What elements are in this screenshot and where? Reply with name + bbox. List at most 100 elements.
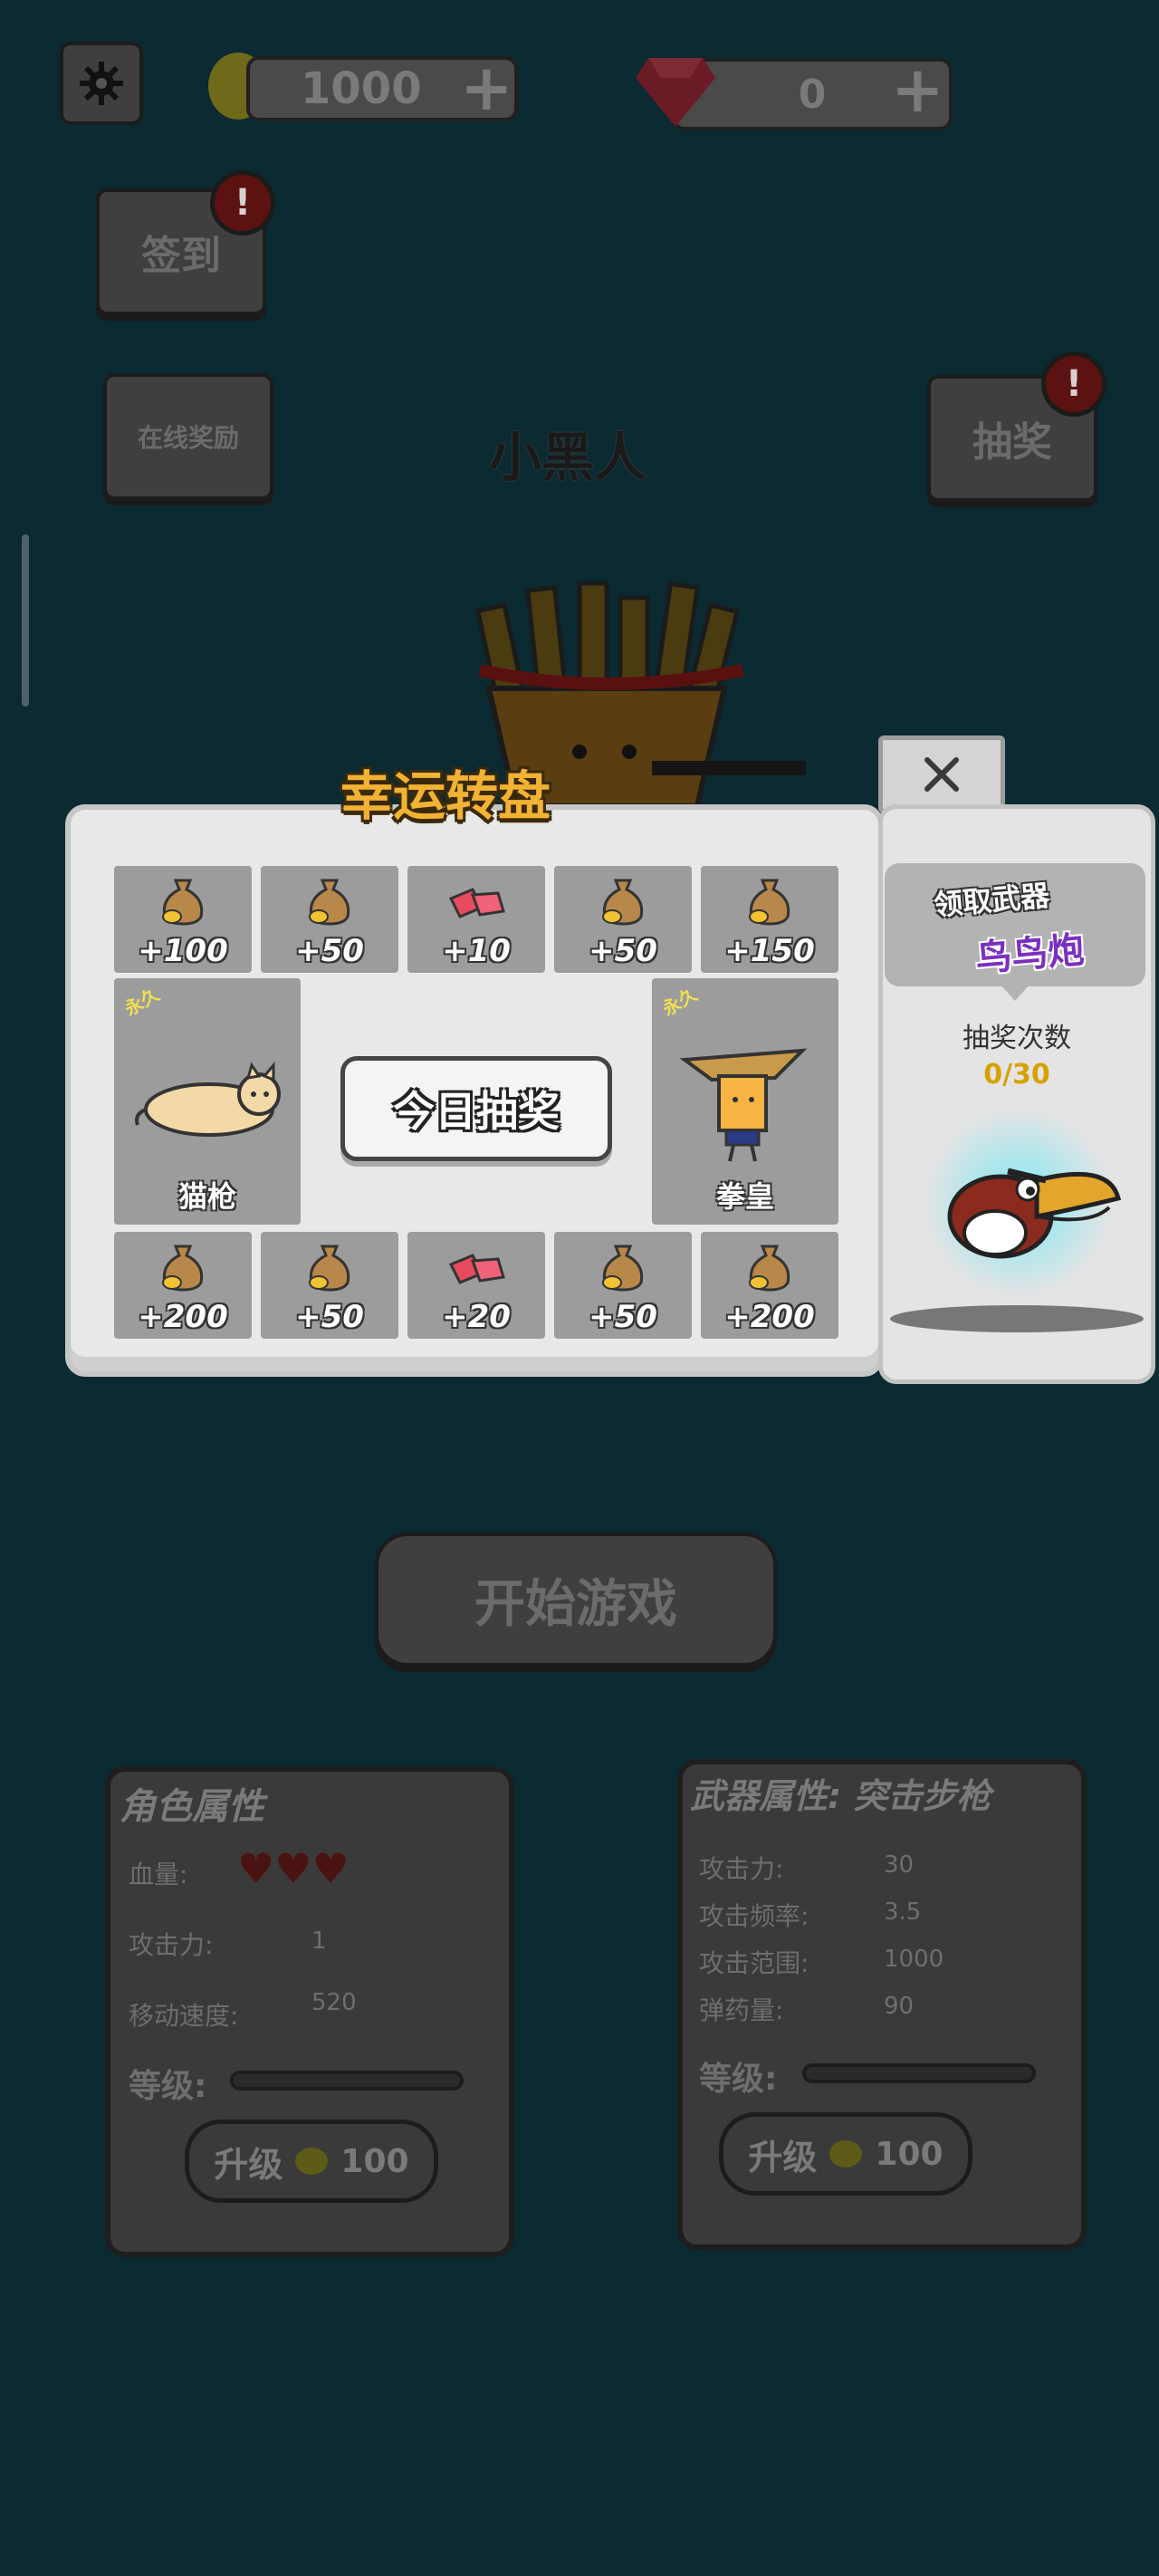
upgrade-cost: 100 [340,2142,409,2180]
permanent-tag: 永久 [658,983,702,1021]
level-bar [230,2071,464,2091]
weapon-level-label: 等级: [699,2061,778,2098]
prize-amount: +150 [724,933,815,969]
weapon-attack-label: 攻击力: [699,1854,784,1884]
claim-label: 领取武器 [932,878,1051,923]
coin-icon [295,2148,329,2175]
heart-icon: ♥ [311,1844,350,1893]
scrollbar[interactable] [22,534,29,706]
weapon-level-bar [802,2063,1036,2083]
upgrade-cost: 100 [875,2135,943,2173]
pedestal [890,1305,1144,1332]
weapon-ammo-label: 弹药量: [699,1995,784,2025]
lottery-count-value: 0/30 [983,1059,1050,1091]
prize-cell: +50 [261,866,398,973]
spin-today-label: 今日抽奖 [393,1087,560,1136]
prize-amount: +50 [295,1299,364,1335]
add-coins-button[interactable]: + [460,51,513,125]
settings-button[interactable] [60,42,143,125]
money-bag-icon [602,1245,644,1292]
weapon-stats-title: 武器属性: 突击步枪 [690,1776,991,1816]
upgrade-label: 升级 [214,2144,283,2185]
upgrade-label: 升级 [748,2137,818,2177]
spin-today-button[interactable]: 今日抽奖 [340,1056,612,1161]
weapon-rate-value: 3.5 [884,1898,922,1926]
bubble-tail [1001,985,1030,1001]
prize-amount: +50 [589,933,657,969]
start-game-button[interactable]: 开始游戏 [375,1533,777,1667]
prize-cell: +100 [114,866,252,973]
gear-icon [80,62,123,105]
money-bag-icon [309,1245,350,1292]
gem-pile-icon [448,1254,505,1284]
speed-value: 520 [311,1989,357,2016]
gem-amount: 0 [798,71,827,118]
prize-cell: +20 [407,1232,545,1339]
weapon-range-value: 1000 [884,1946,944,1973]
online-reward-button[interactable]: 在线奖励 [103,373,273,500]
weapon-upgrade-button[interactable]: 升级 100 [719,2112,972,2196]
weapon-name: 鸟鸟炮 [973,928,1087,981]
prize-cell-cat-gun: 永久 猫枪 [114,978,301,1225]
money-bag-icon [309,879,350,926]
coin-amount: 1000 [301,63,422,114]
prize-amount: +50 [295,933,364,969]
lottery-count-label: 抽奖次数 [963,1023,1071,1054]
bird-cannon-icon [924,1108,1122,1298]
level-label: 等级: [129,2068,207,2105]
prize-cell: +200 [114,1232,252,1339]
speed-label: 移动速度: [129,2001,239,2031]
prize-cell: +50 [261,1232,398,1339]
wheel-title: 幸运转盘 [340,765,551,827]
signin-label: 签到 [141,233,221,279]
prize-amount: +200 [138,1299,228,1335]
gem-pile-icon [448,888,505,918]
heart-icon: ♥ [237,1844,275,1893]
start-game-label: 开始游戏 [474,1574,677,1634]
money-bag-icon [162,1245,204,1292]
money-bag-icon [162,879,204,926]
lucky-wheel-panel: +100 +50 +10 +50 +150 永久 猫枪 今日抽奖 永久 拳皇 +… [65,804,884,1377]
character-stats-title: 角色属性 [120,1786,264,1828]
money-bag-icon [749,1245,790,1292]
prize-cell-boxer: 永久 拳皇 [652,978,838,1225]
prize-cell: +200 [701,1232,838,1339]
prize-amount: +10 [442,933,511,969]
prize-cell: +50 [554,1232,692,1339]
hp-hearts: ♥♥♥ [237,1844,350,1893]
money-bag-icon [602,879,644,926]
prize-amount: +50 [589,1299,657,1335]
character-name: 小黑人 [489,427,647,488]
permanent-tag: 永久 [120,983,164,1021]
weapon-claim-panel: 领取武器 鸟鸟炮 抽奖次数 0/30 [878,804,1155,1384]
lottery-label: 抽奖 [972,419,1052,466]
weapon-range-label: 攻击范围: [699,1948,809,1978]
lottery-alert-badge: ! [1041,351,1106,417]
heart-icon: ♥ [274,1844,312,1893]
prize-cell: +150 [701,866,838,973]
prize-name: 猫枪 [177,1179,236,1214]
weapon-ammo-value: 90 [884,1993,915,2020]
prize-cell: +50 [554,866,692,973]
attack-label: 攻击力: [129,1930,214,1960]
prize-amount: +100 [138,933,228,969]
prize-amount: +20 [442,1299,511,1335]
gem-icon [636,58,715,127]
prize-amount: +200 [724,1299,815,1335]
weapon-attack-value: 30 [884,1851,915,1879]
prize-cell: +10 [407,866,545,973]
attack-value: 1 [311,1927,327,1955]
character-upgrade-button[interactable]: 升级 100 [185,2119,438,2203]
claim-bubble: 领取武器 鸟鸟炮 [885,863,1145,986]
close-button[interactable] [878,735,1005,813]
prize-name: 拳皇 [715,1179,774,1214]
add-gems-button[interactable]: + [891,53,944,127]
weapon-rate-label: 攻击频率: [699,1901,809,1931]
signin-alert-badge: ! [210,170,275,235]
money-bag-icon [749,879,790,926]
boxer-character-icon [679,1048,808,1162]
coin-icon [829,2140,863,2167]
hp-label: 血量: [129,1860,188,1889]
weapon-stats-panel: 武器属性: 突击步枪 攻击力: 30 攻击频率: 3.5 攻击范围: 1000 … [677,1759,1087,2250]
online-reward-label: 在线奖励 [137,423,239,453]
